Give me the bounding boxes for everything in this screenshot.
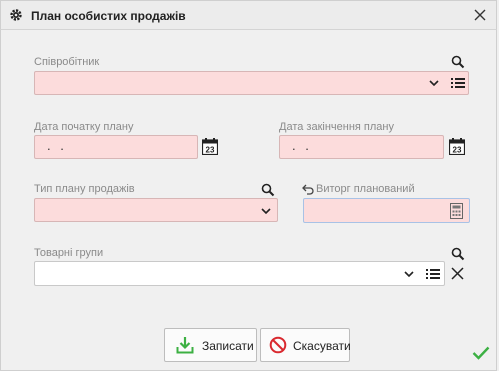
chevron-down-icon[interactable]: [404, 270, 414, 278]
revenue-label: Виторг планований: [316, 183, 415, 195]
date-end-field[interactable]: . .: [279, 135, 444, 159]
window-title: План особистих продажів: [31, 9, 186, 23]
date-start-value: . .: [47, 138, 67, 153]
employee-field[interactable]: [34, 71, 469, 95]
close-icon[interactable]: [472, 7, 488, 23]
svg-text:23: 23: [206, 146, 215, 155]
svg-text:23: 23: [453, 146, 462, 155]
window-titlebar: План особистих продажів: [0, 0, 497, 30]
checkmark-icon: [472, 346, 490, 360]
calendar-icon[interactable]: 23: [202, 138, 218, 155]
product-groups-label: Товарні групи: [34, 247, 104, 259]
chevron-down-icon[interactable]: [261, 207, 271, 215]
employee-label: Співробітник: [34, 56, 100, 68]
list-icon[interactable]: [451, 77, 465, 89]
search-icon[interactable]: [261, 183, 275, 197]
plan-type-field[interactable]: [34, 198, 278, 222]
save-button[interactable]: Записати: [164, 328, 257, 362]
product-groups-field[interactable]: [34, 261, 445, 286]
list-icon[interactable]: [426, 268, 440, 280]
dialog-body: Співробітник Дата початку плану . . 23 Д…: [0, 30, 497, 371]
cancel-icon: [269, 336, 287, 354]
plan-type-label: Тип плану продажів: [34, 183, 135, 195]
clear-icon[interactable]: [451, 267, 464, 280]
revenue-field[interactable]: [303, 198, 470, 223]
cancel-button-label: Скасувати: [293, 339, 351, 353]
gear-icon: [10, 9, 22, 21]
cancel-button[interactable]: Скасувати: [260, 328, 351, 362]
date-start-label: Дата початку плану: [34, 121, 134, 133]
date-end-value: . .: [292, 138, 312, 153]
date-end-label: Дата закінчення плану: [279, 121, 394, 133]
date-start-field[interactable]: . .: [34, 135, 198, 159]
calendar-icon[interactable]: 23: [449, 138, 465, 155]
chevron-down-icon[interactable]: [429, 79, 439, 87]
search-icon[interactable]: [451, 247, 465, 261]
download-icon: [176, 337, 194, 354]
calculator-icon[interactable]: [450, 203, 463, 219]
save-button-label: Записати: [202, 339, 254, 353]
search-icon[interactable]: [451, 55, 465, 69]
undo-icon[interactable]: [302, 184, 314, 195]
